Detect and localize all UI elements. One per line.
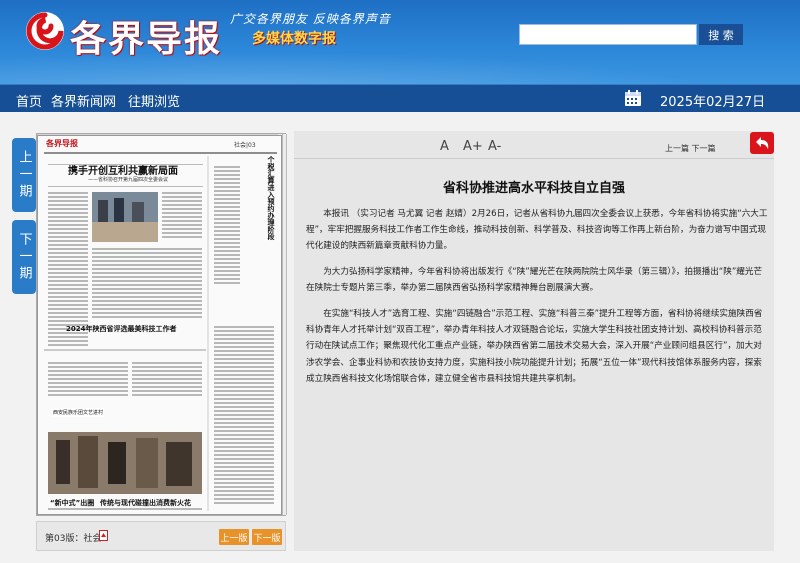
- brand-title[interactable]: 各界导报: [70, 10, 222, 62]
- article-paragraph: 为大力弘扬科学家精神，今年省科协将出版发行《“陕”耀光芒在陕两院院士风华录（第三…: [306, 267, 763, 294]
- nav-item-home[interactable]: 首页: [16, 91, 42, 110]
- search-button[interactable]: 搜 索: [699, 24, 743, 45]
- page-footer-bar: 第03版：社会 上一版 下一版: [36, 521, 286, 551]
- brand-subtitle: 多媒体数字报: [252, 31, 336, 47]
- thumb-headline: 携手开创互利共赢新局面: [68, 166, 178, 177]
- nav-item-news-site[interactable]: 各界新闻网: [51, 91, 116, 110]
- article-paragraph: 本报讯 （实习记者 马尤翼 记者 赵婧）2月26日，记者从省科协九届四次全委会议…: [306, 209, 768, 252]
- article-title: 省科协推进高水平科技自立自强: [442, 181, 625, 196]
- prev-issue-button[interactable]: 上一期: [12, 138, 36, 212]
- nav-item-archive[interactable]: 往期浏览: [128, 91, 180, 110]
- next-page-button[interactable]: 下一版: [252, 529, 282, 545]
- thumb-section-marker: 社会|03: [234, 142, 256, 149]
- main-nav: 首页 各界新闻网 往期浏览 2025年02月27日: [0, 84, 800, 112]
- pdf-icon[interactable]: [99, 530, 108, 541]
- article-prev-next[interactable]: 上一篇 下一篇: [665, 143, 716, 154]
- thumb-subheadline: ——省科协召开第九届四次全委会议: [88, 177, 169, 183]
- calendar-icon[interactable]: [624, 89, 642, 107]
- page-label: 第03版：社会: [45, 534, 102, 544]
- brand-slogan: 广交各界朋友 反映各界声音: [230, 12, 391, 26]
- font-reset-button[interactable]: A-: [488, 139, 501, 154]
- newspaper-page-thumbnail[interactable]: 各界导报 社会|03 携手开创互利共赢新局面 ——省科协召开第九届四次全委会议 …: [37, 135, 282, 515]
- search-input[interactable]: [519, 24, 697, 45]
- issue-date: 2025年02月27日: [660, 95, 766, 110]
- thumb-bottom-headline-2: 传统与现代碰撞出消费新火花: [100, 499, 191, 507]
- thumb-masthead: 各界导报: [46, 138, 78, 148]
- font-small-button[interactable]: A: [440, 139, 449, 154]
- article-paragraph: 在实施“科技人才”选育工程、实施“四链融合”示范工程、实施“科普三秦”提升工程等…: [306, 309, 763, 384]
- back-arrow-icon[interactable]: [750, 132, 774, 154]
- thumb-bottom-headline-1: “新中式”出圈: [50, 499, 95, 507]
- thumb-vertical-title: 个税汇算进入预约办理阶段: [267, 156, 275, 240]
- prev-page-button[interactable]: 上一版: [219, 529, 249, 545]
- site-header: 各界导报 广交各界朋友 反映各界声音 多媒体数字报 搜 索: [0, 0, 800, 84]
- font-large-button[interactable]: A+: [463, 139, 483, 154]
- toolbar-divider: [294, 158, 774, 159]
- thumb-photo-caption: 西安民族乐团文艺进村: [52, 408, 105, 417]
- thumb-mid-headline: 2024年陕西省评选最美科技工作者: [66, 325, 177, 333]
- logo-swirl-icon: [26, 12, 64, 50]
- next-issue-button[interactable]: 下一期: [12, 220, 36, 294]
